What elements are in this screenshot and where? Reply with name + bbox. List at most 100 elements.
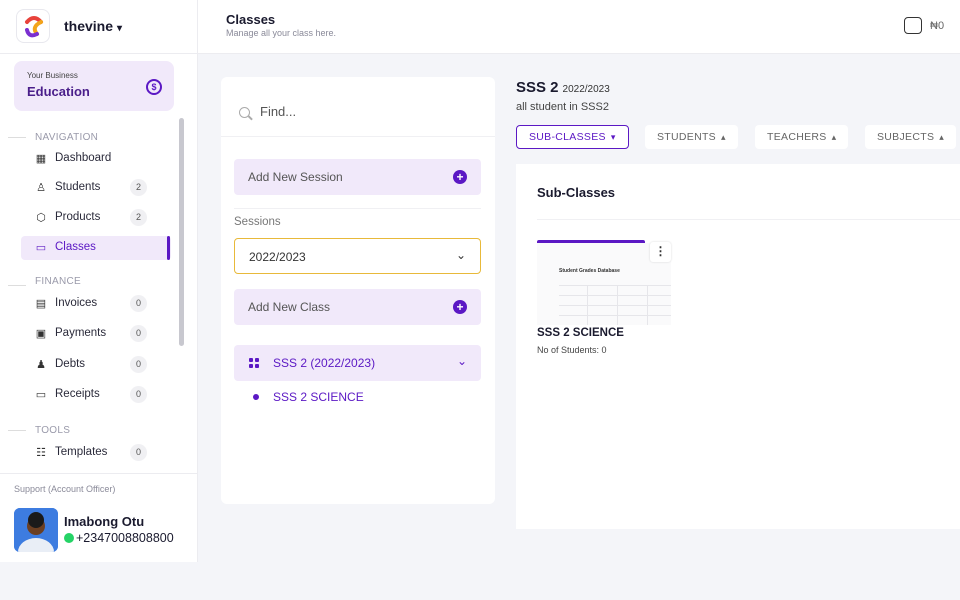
subclass-label: SSS 2 SCIENCE <box>273 390 364 404</box>
switch-business-icon[interactable]: $ <box>146 79 162 95</box>
sidebar-item-classes[interactable]: ▭ Classes <box>21 236 171 260</box>
thumbnail-row <box>559 315 671 316</box>
chevron-down-icon: ⌄ <box>456 354 467 368</box>
tab-label: TEACHERS <box>767 131 827 143</box>
tab-subjects[interactable]: SUBJECTS ▴ <box>865 125 957 149</box>
tab-label: STUDENTS <box>657 131 716 143</box>
business-switcher[interactable]: thevine ▾ <box>64 18 122 34</box>
session-select[interactable]: 2022/2023 ⌄ <box>234 238 481 274</box>
sidebar-item-label: Dashboard <box>55 152 112 164</box>
plus-icon: + <box>453 300 467 314</box>
divider <box>234 208 481 209</box>
sidebar-item-invoices[interactable]: ▤ Invoices 0 <box>21 292 171 316</box>
sidebar-item-label: Payments <box>55 327 107 339</box>
chevron-down-icon: ⌄ <box>455 248 466 262</box>
class-title: SSS 2 2022/2023 <box>516 79 610 96</box>
debt-icon: ♟ <box>36 359 46 371</box>
count-badge: 0 <box>130 386 147 403</box>
sessions-panel: Add New Session + Sessions 2022/2023 ⌄ A… <box>221 77 495 504</box>
sidebar-item-label: Templates <box>55 446 108 458</box>
section-title: Sub-Classes <box>537 185 616 200</box>
sidebar-item-students[interactable]: ♙ Students 2 <box>21 176 171 200</box>
count-badge: 0 <box>130 295 147 312</box>
brand-name: thevine <box>64 18 114 34</box>
divider <box>537 219 960 220</box>
wallet-icon[interactable] <box>904 17 922 34</box>
class-year: 2022/2023 <box>562 84 610 95</box>
tab-label: SUB-CLASSES <box>529 131 606 143</box>
cash-icon: ▣ <box>35 328 47 340</box>
tab-sub-classes[interactable]: SUB-CLASSES ▾ <box>516 125 629 149</box>
sidebar-item-dashboard[interactable]: ▦ Dashboard <box>21 147 171 171</box>
count-badge: 2 <box>130 179 147 196</box>
card-title: SSS 2 SCIENCE <box>537 327 624 339</box>
add-class-button[interactable]: Add New Class + <box>234 289 481 325</box>
class-name: SSS 2 <box>516 79 559 96</box>
divider <box>221 136 495 137</box>
template-icon: ☷ <box>36 447 46 459</box>
chevron-up-icon: ▴ <box>939 132 945 142</box>
sidebar-item-label: Invoices <box>55 297 98 309</box>
sidebar-item-label: Receipts <box>55 388 100 400</box>
phone-number: +2347008808800 <box>76 531 174 545</box>
class-group-item[interactable]: SSS 2 (2022/2023) ⌄ <box>234 345 481 381</box>
sidebar-item-label: Classes <box>55 241 96 253</box>
search-input[interactable] <box>260 104 460 119</box>
divider <box>8 430 26 431</box>
card-accent <box>537 240 645 243</box>
brand-header[interactable]: thevine ▾ <box>0 0 198 54</box>
class-group-label: SSS 2 (2022/2023) <box>273 356 376 370</box>
sidebar: thevine ▾ Your Business Education $ NAVIG… <box>0 0 198 562</box>
tab-label: SUBJECTS <box>877 131 935 143</box>
sidebar-item-label: Students <box>55 181 101 193</box>
thumbnail-col <box>587 285 588 325</box>
thumbnail-col <box>647 285 648 325</box>
receipt-icon: ▭ <box>35 389 47 401</box>
sidebar-item-receipts[interactable]: ▭ Receipts 0 <box>21 383 171 407</box>
tab-students[interactable]: STUDENTS ▴ <box>645 125 738 149</box>
subclass-card[interactable]: Student Grades Database ⋮ <box>537 240 671 325</box>
add-session-button[interactable]: Add New Session + <box>234 159 481 195</box>
sidebar-item-label: Debts <box>55 358 86 370</box>
business-name: Education <box>27 84 90 99</box>
business-card[interactable]: Your Business Education $ <box>14 61 174 111</box>
active-indicator <box>167 236 170 260</box>
divider <box>0 473 198 474</box>
sessions-label: Sessions <box>234 216 281 228</box>
page-subtitle: Manage all your class here. <box>226 28 337 38</box>
subclasses-content: Sub-Classes Student Grades Database ⋮ SS… <box>516 164 960 529</box>
box-icon: ⬡ <box>36 212 46 224</box>
chevron-down-icon: ▾ <box>610 132 616 142</box>
count-badge: 0 <box>130 356 147 373</box>
vine-logo-icon <box>16 9 50 43</box>
count-badge: 0 <box>130 325 147 342</box>
tab-teachers[interactable]: TEACHERS ▴ <box>755 125 849 149</box>
grid-icon: ▦ <box>35 153 47 165</box>
avatar <box>14 508 58 552</box>
button-label: Add New Session <box>248 170 343 184</box>
bullet-icon <box>253 394 259 400</box>
section-navigation: NAVIGATION <box>35 132 99 143</box>
divider <box>8 137 26 138</box>
divider <box>8 285 26 286</box>
thumbnail-col <box>617 285 618 325</box>
top-bar: Classes Manage all your class here. ₦0 <box>198 0 960 54</box>
card-meta: No of Students: 0 <box>537 345 607 355</box>
count-badge: 0 <box>130 444 147 461</box>
section-tools: TOOLS <box>35 425 71 436</box>
more-options-icon[interactable]: ⋮ <box>650 242 671 262</box>
sidebar-item-products[interactable]: ⬡ Products 2 <box>21 206 171 230</box>
support-phone[interactable]: +2347008808800 <box>64 531 198 545</box>
class-subtitle: all student in SSS2 <box>516 101 609 113</box>
search-icon <box>239 107 250 118</box>
invoice-icon: ▤ <box>35 298 47 310</box>
sidebar-item-templates[interactable]: ☷ Templates 0 <box>21 441 171 465</box>
sidebar-item-payments[interactable]: ▣ Payments 0 <box>21 322 171 346</box>
sidebar-scrollbar[interactable] <box>179 118 184 346</box>
support-name: Imabong Otu <box>64 514 145 529</box>
sidebar-item-debts[interactable]: ♟ Debts 0 <box>21 353 171 377</box>
sidebar-item-label: Products <box>55 211 101 223</box>
user-icon: ♙ <box>36 182 46 194</box>
chevron-up-icon: ▴ <box>831 132 837 142</box>
whatsapp-icon <box>64 533 74 543</box>
